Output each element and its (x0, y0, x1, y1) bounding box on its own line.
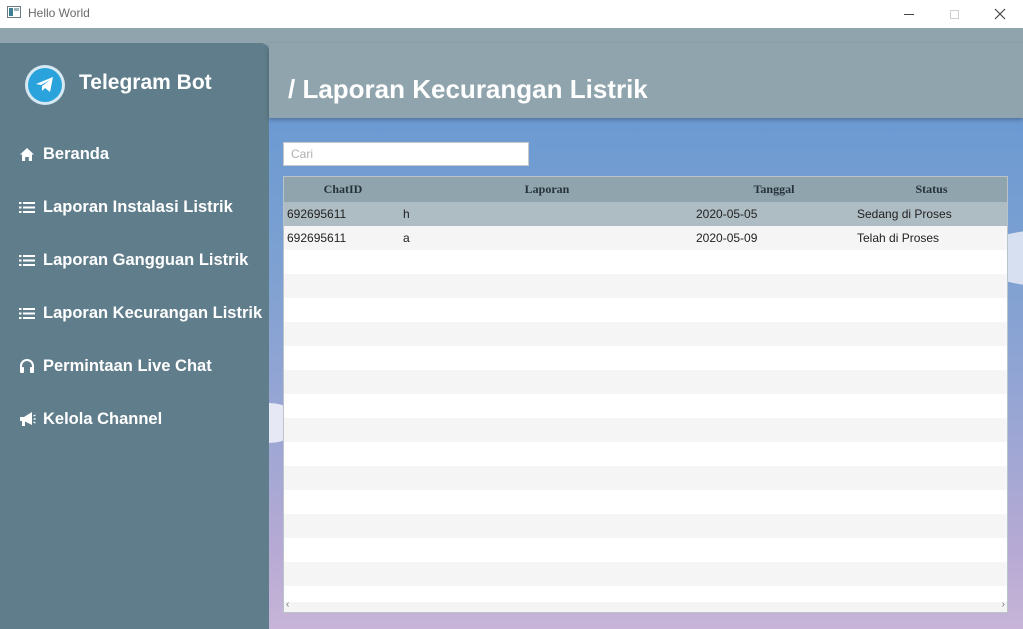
sidebar-item-label: Kelola Channel (43, 409, 163, 428)
sidebar-item-label: Laporan Instalasi Listrik (43, 197, 233, 216)
table-row[interactable] (284, 490, 1007, 514)
sidebar-item-beranda[interactable]: Beranda (18, 139, 263, 169)
table-row[interactable] (284, 322, 1007, 346)
column-header-chatid[interactable]: ChatID (284, 177, 402, 202)
data-table: ChatID Laporan Tanggal Status 692695611 h… (283, 176, 1008, 613)
table-row[interactable] (284, 274, 1007, 298)
page-header: / Laporan Kecurangan Listrik (269, 43, 1023, 118)
scroll-right-icon[interactable]: › (1002, 599, 1005, 610)
table-cell-status: Telah di Proses (857, 231, 940, 245)
window-titlebar: Hello World (0, 0, 1023, 28)
table-row[interactable] (284, 442, 1007, 466)
table-row[interactable] (284, 298, 1007, 322)
maximize-icon (949, 9, 959, 19)
table-cell-laporan: a (403, 231, 410, 245)
close-button[interactable] (977, 0, 1023, 28)
column-header-tanggal[interactable]: Tanggal (692, 177, 856, 202)
bullhorn-icon (18, 410, 36, 428)
window-title: Hello World (28, 6, 90, 20)
maximize-button[interactable] (931, 0, 977, 28)
table-cell-chatid: 692695611 (287, 207, 347, 221)
table-row[interactable] (284, 466, 1007, 490)
table-row[interactable] (284, 370, 1007, 394)
table-row[interactable] (284, 538, 1007, 562)
table-row[interactable] (284, 250, 1007, 274)
horizontal-scrollbar[interactable]: ‹ › (284, 599, 1007, 612)
list-icon (18, 198, 36, 216)
minimize-icon (904, 13, 914, 15)
table-row[interactable]: 692695611 h 2020-05-05 Sedang di Proses (284, 202, 1007, 226)
table-cell-tanggal: 2020-05-09 (696, 231, 758, 245)
sidebar-item-laporan-gangguan[interactable]: Laporan Gangguan Listrik (18, 245, 263, 275)
app-icon (7, 6, 21, 18)
table-row[interactable]: 692695611 a 2020-05-09 Telah di Proses (284, 226, 1007, 250)
page-title: / Laporan Kecurangan Listrik (288, 74, 648, 104)
sidebar-item-label: Beranda (43, 144, 110, 163)
telegram-logo-icon (25, 65, 65, 105)
table-row[interactable] (284, 562, 1007, 586)
sidebar-item-kelola-channel[interactable]: Kelola Channel (18, 404, 263, 434)
table-cell-status: Sedang di Proses (857, 207, 952, 221)
home-icon (18, 145, 36, 163)
table-row[interactable] (284, 514, 1007, 538)
list-icon (18, 251, 36, 269)
brand-title: Telegram Bot (79, 71, 212, 94)
sidebar: Telegram Bot Beranda Laporan Instalasi L… (0, 43, 269, 629)
sidebar-item-label: Laporan Gangguan Listrik (43, 250, 249, 269)
sidebar-item-laporan-kecurangan[interactable]: Laporan Kecurangan Listrik (18, 298, 263, 328)
table-row[interactable] (284, 394, 1007, 418)
table-row[interactable] (284, 346, 1007, 370)
close-icon (994, 8, 1006, 20)
table-header: ChatID Laporan Tanggal Status (284, 177, 1007, 202)
sidebar-item-label: Permintaan Live Chat (43, 356, 212, 375)
column-header-laporan[interactable]: Laporan (402, 177, 692, 202)
minimize-button[interactable] (886, 0, 932, 28)
table-cell-chatid: 692695611 (287, 231, 347, 245)
table-row[interactable] (284, 418, 1007, 442)
column-header-status[interactable]: Status (856, 177, 1007, 202)
list-icon (18, 304, 36, 322)
table-cell-tanggal: 2020-05-05 (696, 207, 758, 221)
headphones-icon (18, 357, 36, 375)
search-input[interactable] (283, 142, 529, 166)
table-body: 692695611 h 2020-05-05 Sedang di Proses 6926… (284, 202, 1007, 610)
sidebar-item-laporan-instalasi[interactable]: Laporan Instalasi Listrik (18, 192, 263, 222)
scroll-left-icon[interactable]: ‹ (286, 599, 289, 610)
sidebar-item-permintaan-live-chat[interactable]: Permintaan Live Chat (18, 351, 263, 381)
table-cell-laporan: h (403, 207, 410, 221)
sidebar-item-label: Laporan Kecurangan Listrik (43, 303, 263, 322)
